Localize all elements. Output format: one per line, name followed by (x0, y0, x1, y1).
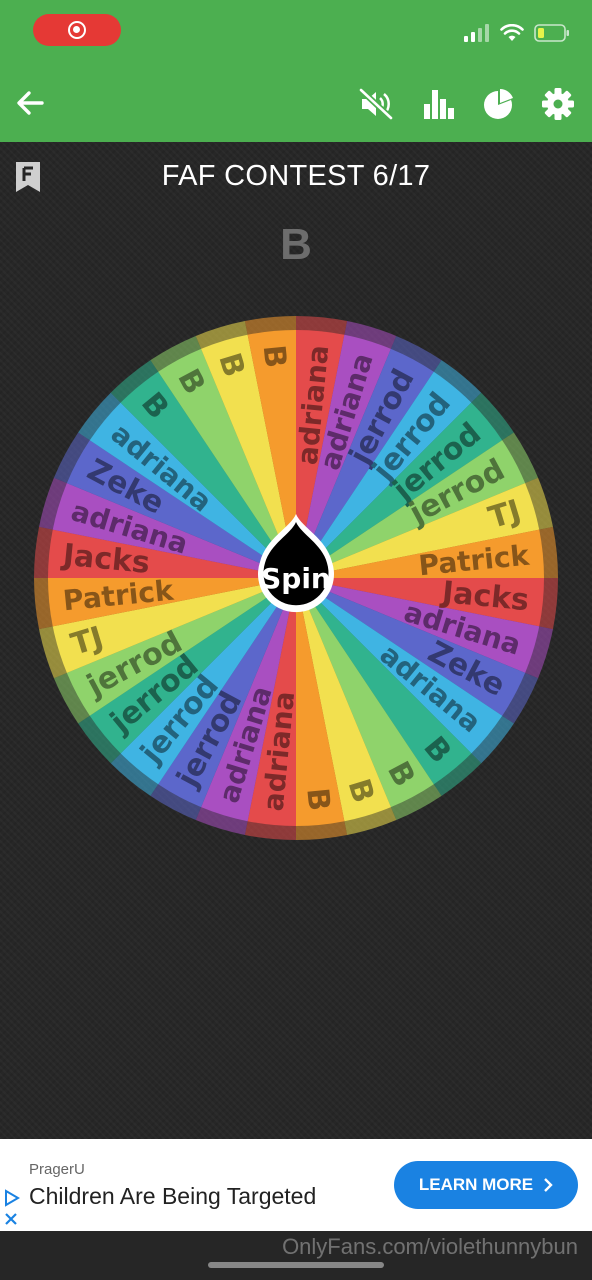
spin-result: B (280, 220, 312, 269)
mute-icon[interactable] (358, 86, 394, 122)
spin-label: Spin (261, 562, 331, 595)
learn-more-button[interactable]: LEARN MORE (394, 1161, 578, 1209)
battery-low-icon (534, 24, 569, 42)
home-indicator[interactable] (208, 1262, 384, 1268)
app-bar (0, 64, 592, 142)
chevron-right-icon (544, 1178, 553, 1192)
status-icons (464, 24, 570, 42)
back-arrow-icon[interactable] (14, 86, 48, 120)
ad-banner[interactable]: PragerU Children Are Being Targeted LEAR… (0, 1139, 592, 1231)
status-bar (0, 0, 592, 64)
wifi-icon (500, 24, 524, 41)
recording-icon (68, 21, 86, 39)
ad-advertiser: PragerU (29, 1161, 85, 1178)
wheel-segment-label: B (299, 786, 336, 812)
spin-button[interactable]: Spin (252, 514, 340, 624)
pie-chart-icon[interactable] (480, 86, 516, 122)
learn-more-label: LEARN MORE (418, 1175, 534, 1194)
ad-choices-icon[interactable] (3, 1189, 21, 1229)
ad-headline[interactable]: Children Are Being Targeted (29, 1183, 316, 1210)
watermark: OnlyFans.com/violethunnybun (282, 1234, 578, 1259)
wheel-title: FAF CONTEST 6/17 (161, 160, 431, 192)
screen-recording-indicator[interactable] (33, 14, 121, 46)
wheel-segment-label: B (256, 343, 293, 369)
bar-chart-icon[interactable] (420, 86, 456, 122)
gear-icon[interactable] (540, 86, 576, 122)
signal-icon (464, 24, 489, 42)
